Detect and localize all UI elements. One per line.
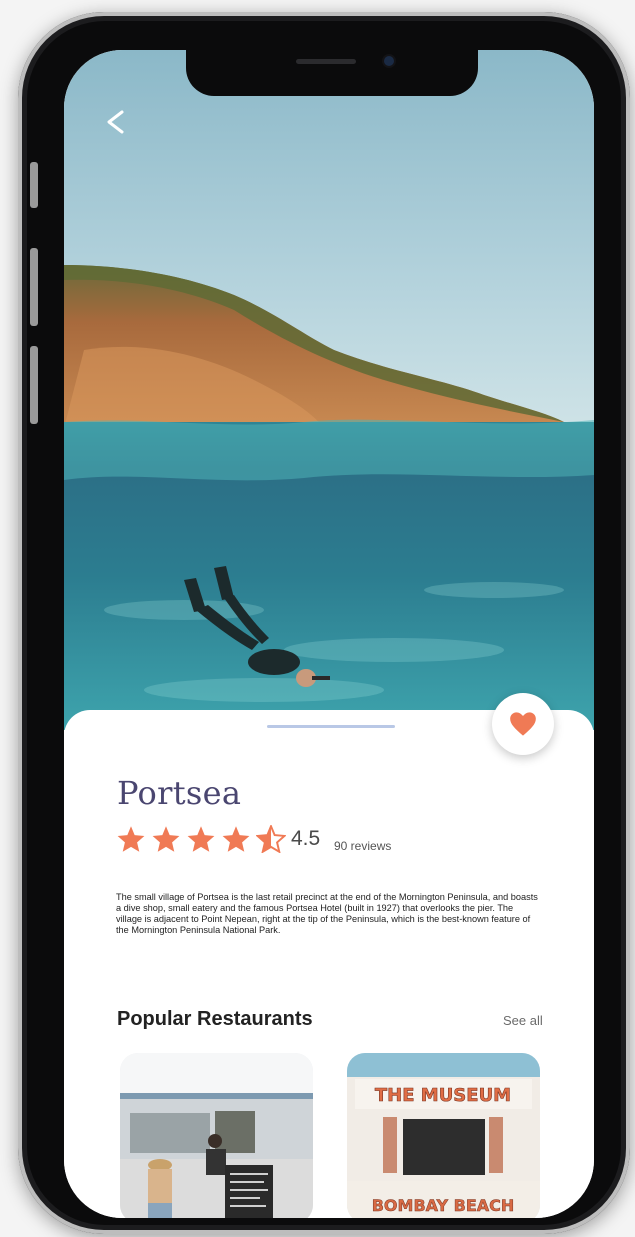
favorite-button[interactable] [492,693,554,755]
reviews-count[interactable]: 90 reviews [334,839,391,853]
notch [186,50,478,96]
restaurant-card-cafe[interactable] [120,1053,313,1218]
section-title: Popular Restaurants [117,1008,313,1030]
star-icon [117,826,145,852]
rating-stars [116,825,286,853]
place-title: Portsea [117,774,242,812]
restaurant-card-museum[interactable]: THE MUSEUM BOMBAY BEACH [347,1053,540,1218]
rating-value: 4.5 [291,827,321,850]
restaurant-image [120,1053,313,1218]
star-icon [222,826,250,852]
screen: Portsea 4.5 90 reviews The small village… [64,50,594,1218]
restaurant-image: THE MUSEUM BOMBAY BEACH [347,1053,540,1218]
camera [384,56,394,66]
bombay-sign-text: BOMBAY BEACH [372,1196,515,1215]
chevron-left-icon [107,110,124,134]
mute-switch [30,162,38,208]
star-icon [187,826,215,852]
volume-down-button [30,346,38,424]
detail-card: Portsea 4.5 90 reviews The small village… [64,693,594,1218]
speaker [296,59,356,64]
museum-sign-text: THE MUSEUM [375,1085,511,1106]
heart-icon [510,712,536,736]
see-all-link[interactable]: See all [503,1013,543,1028]
star-icon [152,826,180,852]
star-half-icon [256,825,286,853]
drag-handle[interactable] [267,725,395,728]
hero-image [64,50,594,730]
volume-up-button [30,248,38,326]
place-description: The small village of Portsea is the last… [116,892,538,935]
back-button[interactable] [102,108,130,136]
